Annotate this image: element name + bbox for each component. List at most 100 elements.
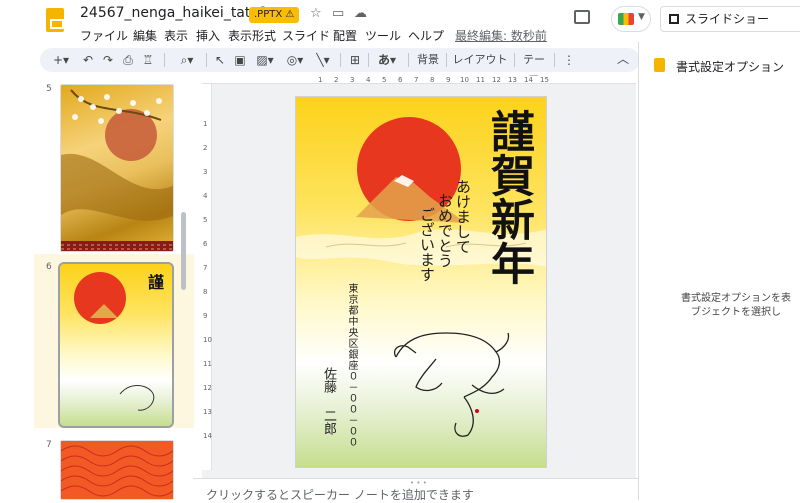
print-icon[interactable]: ⎙ bbox=[120, 50, 136, 70]
slide-number: 5 bbox=[46, 84, 52, 94]
slides-logo[interactable] bbox=[46, 8, 64, 32]
ruler-label: 2 bbox=[203, 144, 208, 152]
rabbit-eye bbox=[475, 409, 479, 413]
ruler-label: 3 bbox=[350, 76, 355, 84]
theme-button[interactable]: テーマ bbox=[518, 50, 550, 86]
slide-thumbnail-6[interactable]: 謹 bbox=[58, 262, 174, 428]
toolbar-divider bbox=[368, 53, 369, 67]
current-slide[interactable]: 謹賀新年 あけまして おめでとう ございます 東京都中央区銀座０－００－００ 佐… bbox=[295, 96, 547, 468]
ruler-label: 8 bbox=[203, 288, 208, 296]
paint-format-icon[interactable]: ♖ bbox=[140, 50, 156, 70]
select-cursor-icon[interactable]: ↖ bbox=[212, 50, 228, 70]
menu-insert[interactable]: 挿入 bbox=[196, 27, 220, 44]
toolbar-divider bbox=[554, 53, 555, 67]
slide-thumbnail-5[interactable] bbox=[60, 84, 174, 252]
background-button[interactable]: 背景 bbox=[414, 50, 442, 70]
ruler-label: 5 bbox=[382, 76, 387, 84]
toolbar-divider bbox=[514, 53, 515, 67]
slideshow-label: スライドショー bbox=[685, 12, 770, 26]
more-options-icon[interactable]: ⋮ bbox=[560, 50, 578, 70]
format-options-title: 書式設定オプション bbox=[676, 60, 785, 74]
toolbar-divider bbox=[164, 53, 165, 67]
slide-number: 6 bbox=[46, 262, 52, 272]
ruler-label: 7 bbox=[203, 264, 208, 272]
ruler-label: 14 bbox=[524, 76, 533, 84]
slideshow-icon bbox=[669, 14, 679, 24]
sender-address: 東京都中央区銀座０－００－００ bbox=[346, 283, 357, 448]
toolbar-divider bbox=[408, 53, 409, 67]
ruler-label: 7 bbox=[414, 76, 419, 84]
toolbar-divider bbox=[340, 53, 341, 67]
ruler-label: 6 bbox=[398, 76, 403, 84]
new-slide-button[interactable]: +▾ bbox=[48, 50, 74, 70]
rabbit-drawing bbox=[393, 332, 510, 437]
horizontal-ruler bbox=[202, 76, 636, 84]
menu-edit[interactable]: 編集 bbox=[133, 27, 157, 44]
ruler-label: 1 bbox=[318, 76, 323, 84]
text-style-button[interactable]: あ▾ bbox=[374, 50, 400, 70]
greeting-line-1: あけまして bbox=[454, 179, 472, 254]
slide-number: 7 bbox=[46, 440, 52, 450]
menu-file[interactable]: ファイル bbox=[80, 27, 128, 44]
text-box-icon[interactable]: ▣ bbox=[232, 50, 248, 70]
menu-view[interactable]: 表示 bbox=[164, 27, 188, 44]
ruler-label: 10 bbox=[460, 76, 469, 84]
ruler-label: 13 bbox=[203, 408, 212, 416]
ruler-label: 8 bbox=[430, 76, 435, 84]
format-message-line-2: ブジェクトを選択し bbox=[691, 307, 781, 318]
speaker-notes-placeholder[interactable]: クリックするとスピーカー ノートを追加できます bbox=[206, 486, 474, 503]
move-to-folder-icon[interactable]: ▭ bbox=[332, 6, 344, 21]
format-options-message: 書式設定オプションを表 ブジェクトを選択し bbox=[656, 292, 800, 320]
chevron-up-icon[interactable]: ︿ bbox=[617, 50, 629, 67]
toolbar-divider bbox=[206, 53, 207, 67]
menu-slide[interactable]: スライド bbox=[282, 27, 330, 44]
meet-icon bbox=[618, 13, 634, 25]
chevron-down-icon: ▼ bbox=[638, 12, 645, 22]
ruler-label: 12 bbox=[492, 76, 501, 84]
ruler-label: 15 bbox=[540, 76, 549, 84]
ruler-label: 14 bbox=[203, 432, 212, 440]
ruler-label: 6 bbox=[203, 240, 208, 248]
document-title[interactable]: 24567_nenga_haikei_tate2 bbox=[80, 5, 268, 21]
zoom-icon[interactable]: ⌕▾ bbox=[172, 50, 202, 70]
menu-tools[interactable]: ツール bbox=[365, 27, 401, 44]
comment-add-icon[interactable]: ⊞ bbox=[346, 50, 364, 70]
slideshow-button[interactable]: スライドショー bbox=[660, 6, 800, 32]
comment-icon[interactable] bbox=[574, 10, 590, 24]
greeting-line-3: ございます bbox=[418, 207, 436, 282]
menu-help[interactable]: ヘルプ bbox=[408, 27, 444, 44]
image-icon[interactable]: ▨▾ bbox=[252, 50, 278, 70]
ruler-label: 5 bbox=[203, 216, 208, 224]
format-message-line-1: 書式設定オプションを表 bbox=[681, 293, 791, 304]
thumb-title-char: 謹 bbox=[148, 273, 164, 292]
ruler-label: 4 bbox=[203, 192, 208, 200]
slide-6-artwork: 謹 bbox=[74, 272, 164, 411]
slide-5-artwork bbox=[61, 89, 173, 251]
star-icon[interactable]: ☆ bbox=[310, 6, 322, 21]
slide-thumbnail-7[interactable] bbox=[60, 440, 174, 500]
slide-7-artwork bbox=[61, 441, 173, 499]
ruler-label: 11 bbox=[476, 76, 485, 84]
menu-arrange[interactable]: 配置 bbox=[333, 27, 357, 44]
ruler-label: 10 bbox=[203, 336, 212, 344]
toolbar-divider bbox=[446, 53, 447, 67]
layout-label: レイアウト bbox=[452, 53, 508, 66]
redo-icon[interactable]: ↷ bbox=[100, 50, 116, 70]
menu-format[interactable]: 表示形式 bbox=[228, 27, 276, 44]
ruler-label: 3 bbox=[203, 168, 208, 176]
sender-given-name: 二郎 bbox=[321, 409, 336, 435]
cloud-status-icon[interactable]: ☁ bbox=[354, 6, 367, 21]
ruler-label: 4 bbox=[366, 76, 371, 84]
ruler-label: 13 bbox=[508, 76, 517, 84]
file-format-badge[interactable]: .PPTX ⚠ bbox=[249, 7, 300, 23]
format-options-panel bbox=[638, 42, 800, 500]
line-icon[interactable]: ╲▾ bbox=[310, 50, 336, 70]
ruler-label: 1 bbox=[203, 120, 208, 128]
shape-icon[interactable]: ◎▾ bbox=[282, 50, 308, 70]
ruler-label: 2 bbox=[334, 76, 339, 84]
undo-icon[interactable]: ↶ bbox=[80, 50, 96, 70]
meet-button[interactable]: ▼ bbox=[611, 6, 651, 32]
filmstrip-scrollbar[interactable] bbox=[181, 212, 186, 290]
last-edit-link[interactable]: 最終編集: 数秒前 bbox=[455, 27, 547, 44]
layout-button[interactable]: レイアウト▾ bbox=[450, 50, 510, 86]
